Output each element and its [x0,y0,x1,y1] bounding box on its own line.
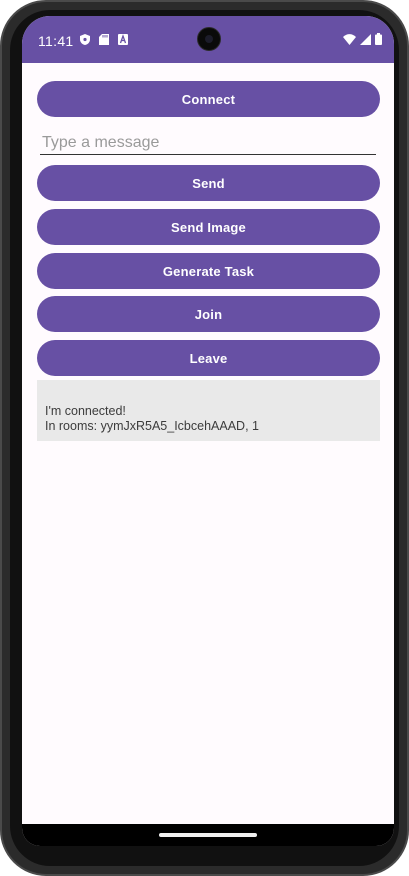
status-time: 11:41 [38,33,74,49]
status-icons-right [343,33,382,45]
font-a-icon [118,34,128,45]
navigation-bar [22,824,394,846]
generate-task-button[interactable]: Generate Task [37,253,380,289]
battery-icon [375,33,382,45]
shield-icon [80,34,90,45]
signal-icon [360,33,371,45]
status-icons-left [80,34,128,45]
send-image-button[interactable]: Send Image [37,209,380,245]
join-button[interactable]: Join [37,296,380,332]
app-screen: 11:41 Connect Type a message Send Send I… [22,16,394,846]
wifi-icon [343,33,356,45]
main-content: Connect Send Send Image Generate Task Jo… [22,63,394,824]
send-button[interactable]: Send [37,165,380,201]
connect-button[interactable]: Connect [37,81,380,117]
message-input[interactable] [40,131,376,155]
front-camera [197,27,221,51]
home-gesture-handle[interactable] [159,833,257,837]
log-line-connected: I'm connected! [45,404,126,418]
status-bar: 11:41 [22,16,394,63]
log-line-rooms: In rooms: yymJxR5A5_IcbcehAAAD, 1 [45,419,259,433]
sd-card-icon [99,34,109,45]
leave-button[interactable]: Leave [37,340,380,376]
log-output: I'm connected! In rooms: yymJxR5A5_Icbce… [37,380,380,441]
